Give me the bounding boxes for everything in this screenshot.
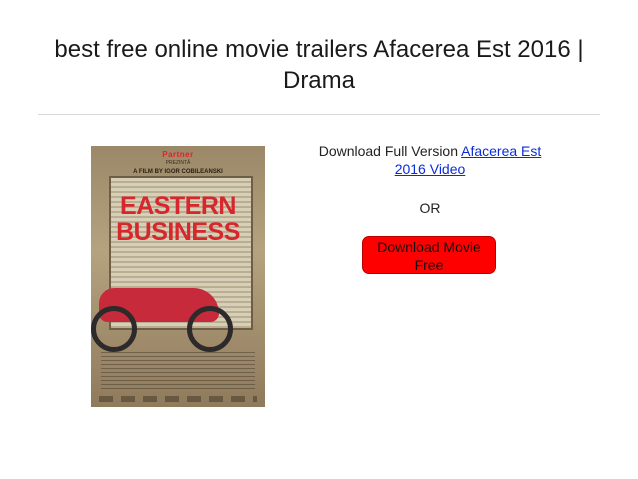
poster-title-line1: EASTERN: [120, 192, 236, 220]
poster-title-line2: BUSINESS: [116, 218, 240, 246]
divider: [38, 114, 600, 115]
or-separator: OR: [419, 200, 441, 216]
motorcycle-wheel: [91, 306, 137, 352]
poster-film-by: A FILM BY IGOR COBILEANSKI: [133, 169, 223, 175]
download-text: Download Full Version Afacerea Est 2016 …: [306, 142, 554, 178]
poster-credits: [101, 352, 255, 392]
download-prefix: Download Full Version: [318, 143, 462, 159]
poster-logos: [99, 396, 257, 402]
page-title: best free online movie trailers Afacerea…: [54, 36, 584, 94]
movie-poster: Partner PREZINTĂ A FILM BY IGOR COBILEAN…: [91, 146, 265, 407]
motorcycle-wheel: [187, 306, 233, 352]
poster-brand: Partner: [162, 150, 194, 159]
download-movie-button[interactable]: Download Movie Free: [362, 236, 496, 274]
poster-presents: PREZINTĂ: [165, 160, 191, 166]
